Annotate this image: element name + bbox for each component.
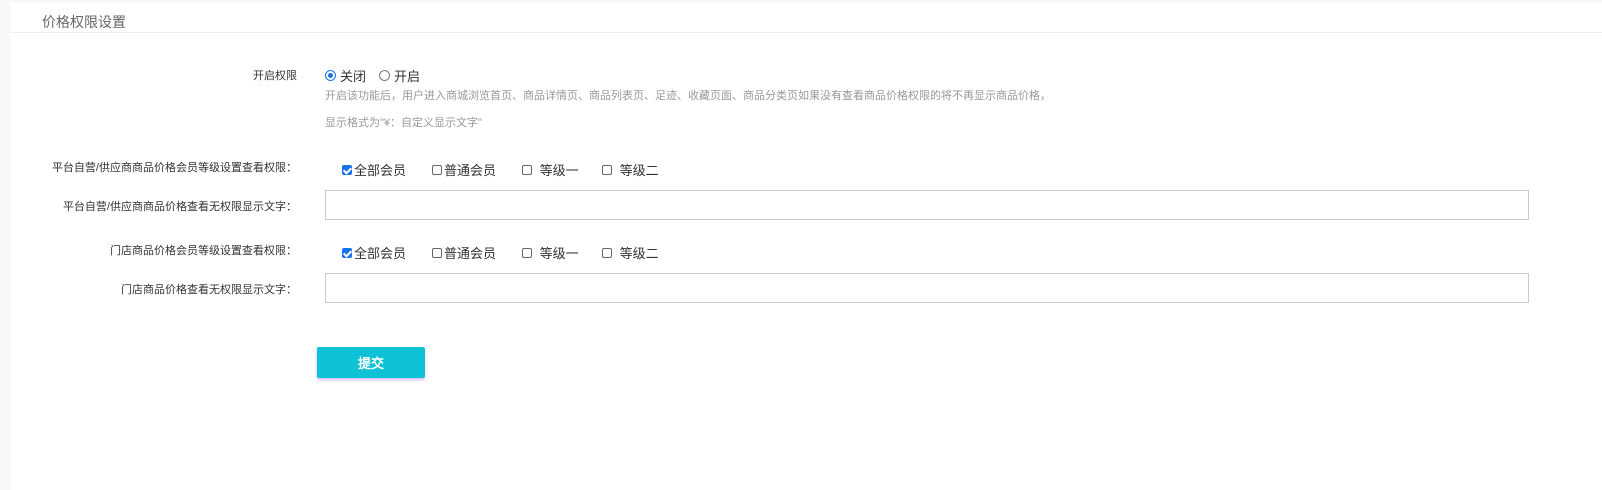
store-text-input[interactable] [325,273,1529,303]
store-text-label: 门店商品价格查看无权限显示文字： [121,284,297,296]
settings-panel: 价格权限设置 开启权限 关闭 开启 开启该功能后，用户进入商城浏览首页、商品详情… [10,2,1602,490]
checkbox-checked-icon [342,247,352,258]
enable-label: 开启权限 [253,70,297,82]
platform-checkbox-level2[interactable]: 等级二 [602,160,659,179]
enable-hint: 开启该功能后，用户进入商城浏览首页、商品详情页、商品列表页、足迹、收藏页面、商品… [325,90,1051,102]
radio-on-label: 开启 [394,69,421,84]
checkbox-label: 等级一 [539,163,579,178]
platform-text-input[interactable] [325,190,1529,220]
checkbox-label: 等级二 [619,246,659,261]
divider [10,32,1602,33]
radio-off[interactable]: 关闭 [325,66,366,85]
platform-checkbox-normal[interactable]: 普通会员 [432,160,522,179]
store-checkbox-level1[interactable]: 等级一 [522,243,602,262]
page-title: 价格权限设置 [42,14,126,30]
store-checkbox-normal[interactable]: 普通会员 [432,243,522,262]
checkbox-label: 普通会员 [444,246,497,261]
format-hint: 显示格式为"¥：自定义显示文字" [325,117,482,129]
radio-off-label: 关闭 [340,69,367,84]
platform-text-label: 平台自营/供应商商品价格查看无权限显示文字： [62,201,297,213]
checkbox-icon [602,247,612,258]
checkbox-label: 全部会员 [354,246,407,261]
checkbox-label: 普通会员 [444,163,497,178]
checkbox-checked-icon [342,164,352,175]
checkbox-icon [522,247,532,258]
radio-checked-icon [325,70,336,81]
submit-button[interactable]: 提交 [317,347,425,378]
checkbox-icon [602,164,612,175]
checkbox-label: 全部会员 [354,163,407,178]
checkbox-icon [522,164,532,175]
store-checkbox-level2[interactable]: 等级二 [602,243,659,262]
checkbox-icon [432,247,442,258]
store-levels-label: 门店商品价格会员等级设置查看权限： [110,245,297,257]
checkbox-icon [432,164,442,175]
store-checkbox-all[interactable]: 全部会员 [342,243,432,262]
radio-on[interactable]: 开启 [379,66,420,85]
platform-levels-group: 全部会员 普通会员 等级一 等级二 [342,160,659,179]
platform-checkbox-all[interactable]: 全部会员 [342,160,432,179]
store-levels-group: 全部会员 普通会员 等级一 等级二 [342,243,659,262]
platform-levels-label: 平台自营/供应商商品价格会员等级设置查看权限： [51,162,297,174]
radio-unchecked-icon [379,70,390,81]
platform-checkbox-level1[interactable]: 等级一 [522,160,602,179]
checkbox-label: 等级一 [539,246,579,261]
checkbox-label: 等级二 [619,163,659,178]
